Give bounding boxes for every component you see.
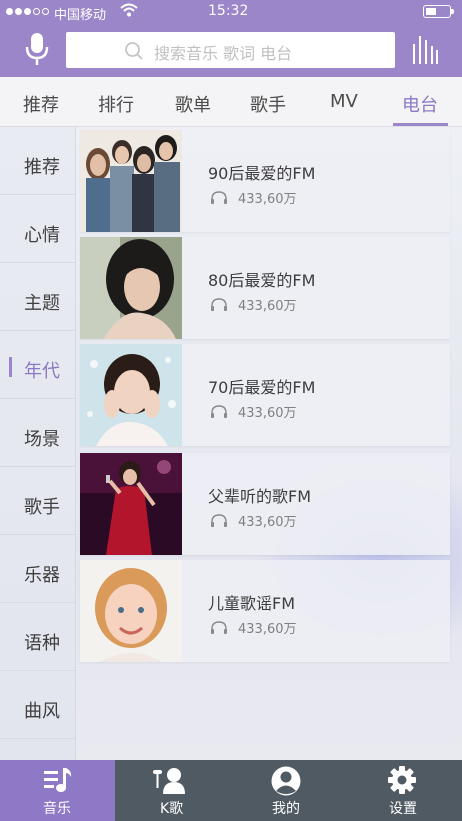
category-sidebar: 推荐 心情 主题 年代 场景 歌手 乐器 语种 曲风 [0, 127, 76, 760]
tab-playlists[interactable]: 歌单 [175, 91, 211, 117]
station-card[interactable]: 父辈听的歌FM 433,60万 [80, 453, 450, 555]
sidebar-item-theme[interactable]: 主题 [0, 263, 76, 331]
nav-label: K歌 [160, 801, 184, 817]
battery-icon [423, 5, 454, 18]
station-cover-image [80, 560, 182, 662]
top-tab-bar: 推荐 排行 歌单 歌手 MV 电台 [0, 77, 462, 127]
nav-label: 音乐 [43, 801, 71, 817]
station-card[interactable]: 儿童歌谣FM 433,60万 [80, 560, 450, 662]
tab-charts[interactable]: 排行 [98, 91, 134, 117]
sidebar-item-genre[interactable]: 曲风 [0, 671, 76, 739]
sidebar-item-label: 心情 [24, 225, 60, 246]
clock: 15:32 [208, 3, 249, 19]
listener-count: 433,60万 [238, 299, 297, 314]
carrier-name: 中国移动 [54, 8, 107, 23]
station-cover-image [80, 237, 182, 339]
headphones-icon [211, 620, 227, 634]
sidebar-item-label: 场景 [24, 429, 60, 450]
karaoke-mic-icon [153, 768, 185, 794]
headphones-icon [211, 513, 227, 527]
sidebar-item-language[interactable]: 语种 [0, 603, 76, 671]
nav-profile[interactable]: 我的 [230, 760, 346, 821]
station-listeners: 433,60万 [210, 618, 297, 637]
wifi-icon [120, 3, 138, 17]
gear-icon [388, 766, 416, 794]
equalizer-icon[interactable] [412, 34, 438, 64]
sidebar-item-mood[interactable]: 心情 [0, 195, 76, 263]
listener-count: 433,60万 [238, 406, 297, 421]
station-cover-image [80, 130, 182, 232]
nav-music[interactable]: 音乐 [0, 760, 115, 821]
search-placeholder: 搜索音乐 歌词 电台 [154, 44, 293, 63]
station-cover-image [80, 453, 182, 555]
listener-count: 433,60万 [238, 515, 297, 530]
headphones-icon [211, 297, 227, 311]
nav-karaoke[interactable]: K歌 [115, 760, 230, 821]
headphones-icon [211, 404, 227, 418]
tab-mv[interactable]: MV [330, 91, 358, 112]
profile-icon [271, 766, 301, 796]
nav-label: 我的 [272, 801, 300, 817]
sidebar-item-label: 主题 [24, 293, 60, 314]
station-card[interactable]: 90后最爱的FM 433,60万 [80, 130, 450, 232]
listener-count: 433,60万 [238, 192, 297, 207]
station-title: 70后最爱的FM [208, 378, 316, 397]
active-category-indicator [9, 357, 12, 377]
sidebar-item-era[interactable]: 年代 [0, 331, 76, 399]
sidebar-item-label: 语种 [24, 633, 60, 654]
sidebar-item-label: 歌手 [24, 497, 60, 518]
station-title: 父辈听的歌FM [208, 487, 312, 506]
station-title: 80后最爱的FM [208, 271, 316, 290]
nav-label: 设置 [389, 801, 417, 817]
sidebar-item-recommend[interactable]: 推荐 [0, 127, 76, 195]
sidebar-item-scene[interactable]: 场景 [0, 399, 76, 467]
station-listeners: 433,60万 [210, 511, 297, 530]
sidebar-item-singer[interactable]: 歌手 [0, 467, 76, 535]
status-bar: 中国移动 15:32 [0, 0, 462, 24]
music-note-icon [44, 768, 72, 792]
listener-count: 433,60万 [238, 622, 297, 637]
tab-artists[interactable]: 歌手 [250, 91, 286, 117]
station-card[interactable]: 70后最爱的FM 433,60万 [80, 344, 450, 446]
sidebar-item-label: 年代 [24, 361, 60, 382]
station-title: 90后最爱的FM [208, 164, 316, 183]
search-input[interactable]: 搜索音乐 歌词 电台 [66, 32, 395, 68]
app-header: 中国移动 15:32 搜索音乐 歌词 电台 [0, 0, 462, 77]
station-listeners: 433,60万 [210, 402, 297, 421]
station-cover-image [80, 344, 182, 446]
sidebar-item-label: 乐器 [24, 565, 60, 586]
sidebar-item-label: 曲风 [24, 701, 60, 722]
sidebar-item-instrument[interactable]: 乐器 [0, 535, 76, 603]
station-title: 儿童歌谣FM [208, 594, 296, 613]
station-listeners: 433,60万 [210, 188, 297, 207]
sidebar-item-label: 推荐 [24, 157, 60, 178]
bottom-nav-bar: 音乐 K歌 我的 设置 [0, 760, 462, 821]
tab-recommend[interactable]: 推荐 [23, 91, 59, 117]
tab-radio[interactable]: 电台 [402, 91, 438, 117]
station-card[interactable]: 80后最爱的FM 433,60万 [80, 237, 450, 339]
nav-settings[interactable]: 设置 [346, 760, 462, 821]
active-tab-indicator [393, 123, 448, 126]
microphone-icon[interactable] [22, 31, 52, 67]
station-listeners: 433,60万 [210, 295, 297, 314]
content-area: 推荐 心情 主题 年代 场景 歌手 乐器 语种 曲风 90后最爱的FM 433,… [0, 127, 462, 760]
headphones-icon [211, 190, 227, 204]
signal-icon [6, 8, 49, 15]
search-icon [125, 42, 143, 60]
